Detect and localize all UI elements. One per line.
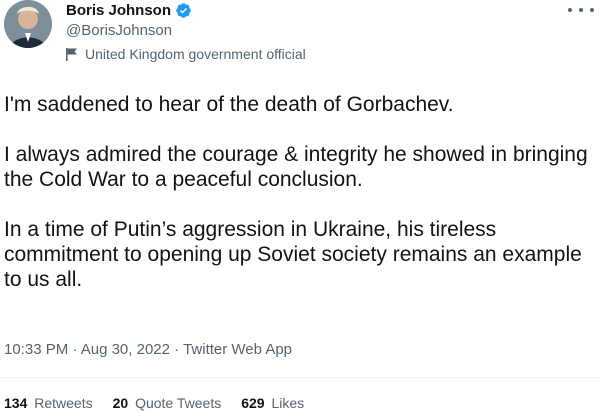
author-display-name[interactable]: Boris Johnson: [66, 2, 171, 19]
tweet-timestamp-date[interactable]: Aug 30, 2022: [81, 341, 170, 358]
meta-separator: ·: [174, 341, 184, 358]
tweet-stats: 134 Retweets 20 Quote Tweets 629 Likes: [4, 395, 324, 411]
likes-stat[interactable]: 629 Likes: [241, 395, 304, 411]
tweet-paragraph: I always admired the courage & integrity…: [4, 143, 588, 191]
tweet-paragraph: In a time of Putin’s aggression in Ukrai…: [4, 218, 582, 291]
retweets-stat[interactable]: 134 Retweets: [4, 395, 93, 411]
retweets-count: 134: [4, 395, 28, 411]
tweet-timestamp-time[interactable]: 10:33 PM: [4, 341, 68, 358]
government-label[interactable]: United Kingdom government official: [66, 46, 306, 62]
flag-icon: [66, 47, 78, 61]
author-name-row: Boris Johnson: [66, 0, 192, 20]
tweet-source[interactable]: Twitter Web App: [183, 341, 292, 358]
likes-label: Likes: [271, 395, 305, 411]
tweet-paragraph: I'm saddened to hear of the death of Gor…: [4, 93, 454, 116]
quote-tweets-stat[interactable]: 20 Quote Tweets: [113, 395, 222, 411]
more-options-icon[interactable]: [568, 3, 594, 17]
quote-tweets-count: 20: [112, 395, 129, 411]
author-handle[interactable]: @BorisJohnson: [66, 22, 172, 39]
meta-separator: ·: [72, 341, 81, 358]
avatar[interactable]: [4, 0, 52, 48]
verified-badge-icon: [175, 2, 192, 19]
government-label-text: United Kingdom government official: [85, 46, 306, 62]
tweet-card: Boris Johnson @BorisJohnson United Kingd…: [0, 0, 600, 411]
likes-count: 629: [241, 395, 265, 411]
retweets-label: Retweets: [34, 395, 93, 411]
quote-tweets-label: Quote Tweets: [135, 395, 222, 411]
divider: [0, 377, 600, 378]
tweet-text: I'm saddened to hear of the death of Gor…: [4, 92, 594, 292]
tweet-meta: 10:33 PM · Aug 30, 2022 · Twitter Web Ap…: [4, 341, 292, 358]
